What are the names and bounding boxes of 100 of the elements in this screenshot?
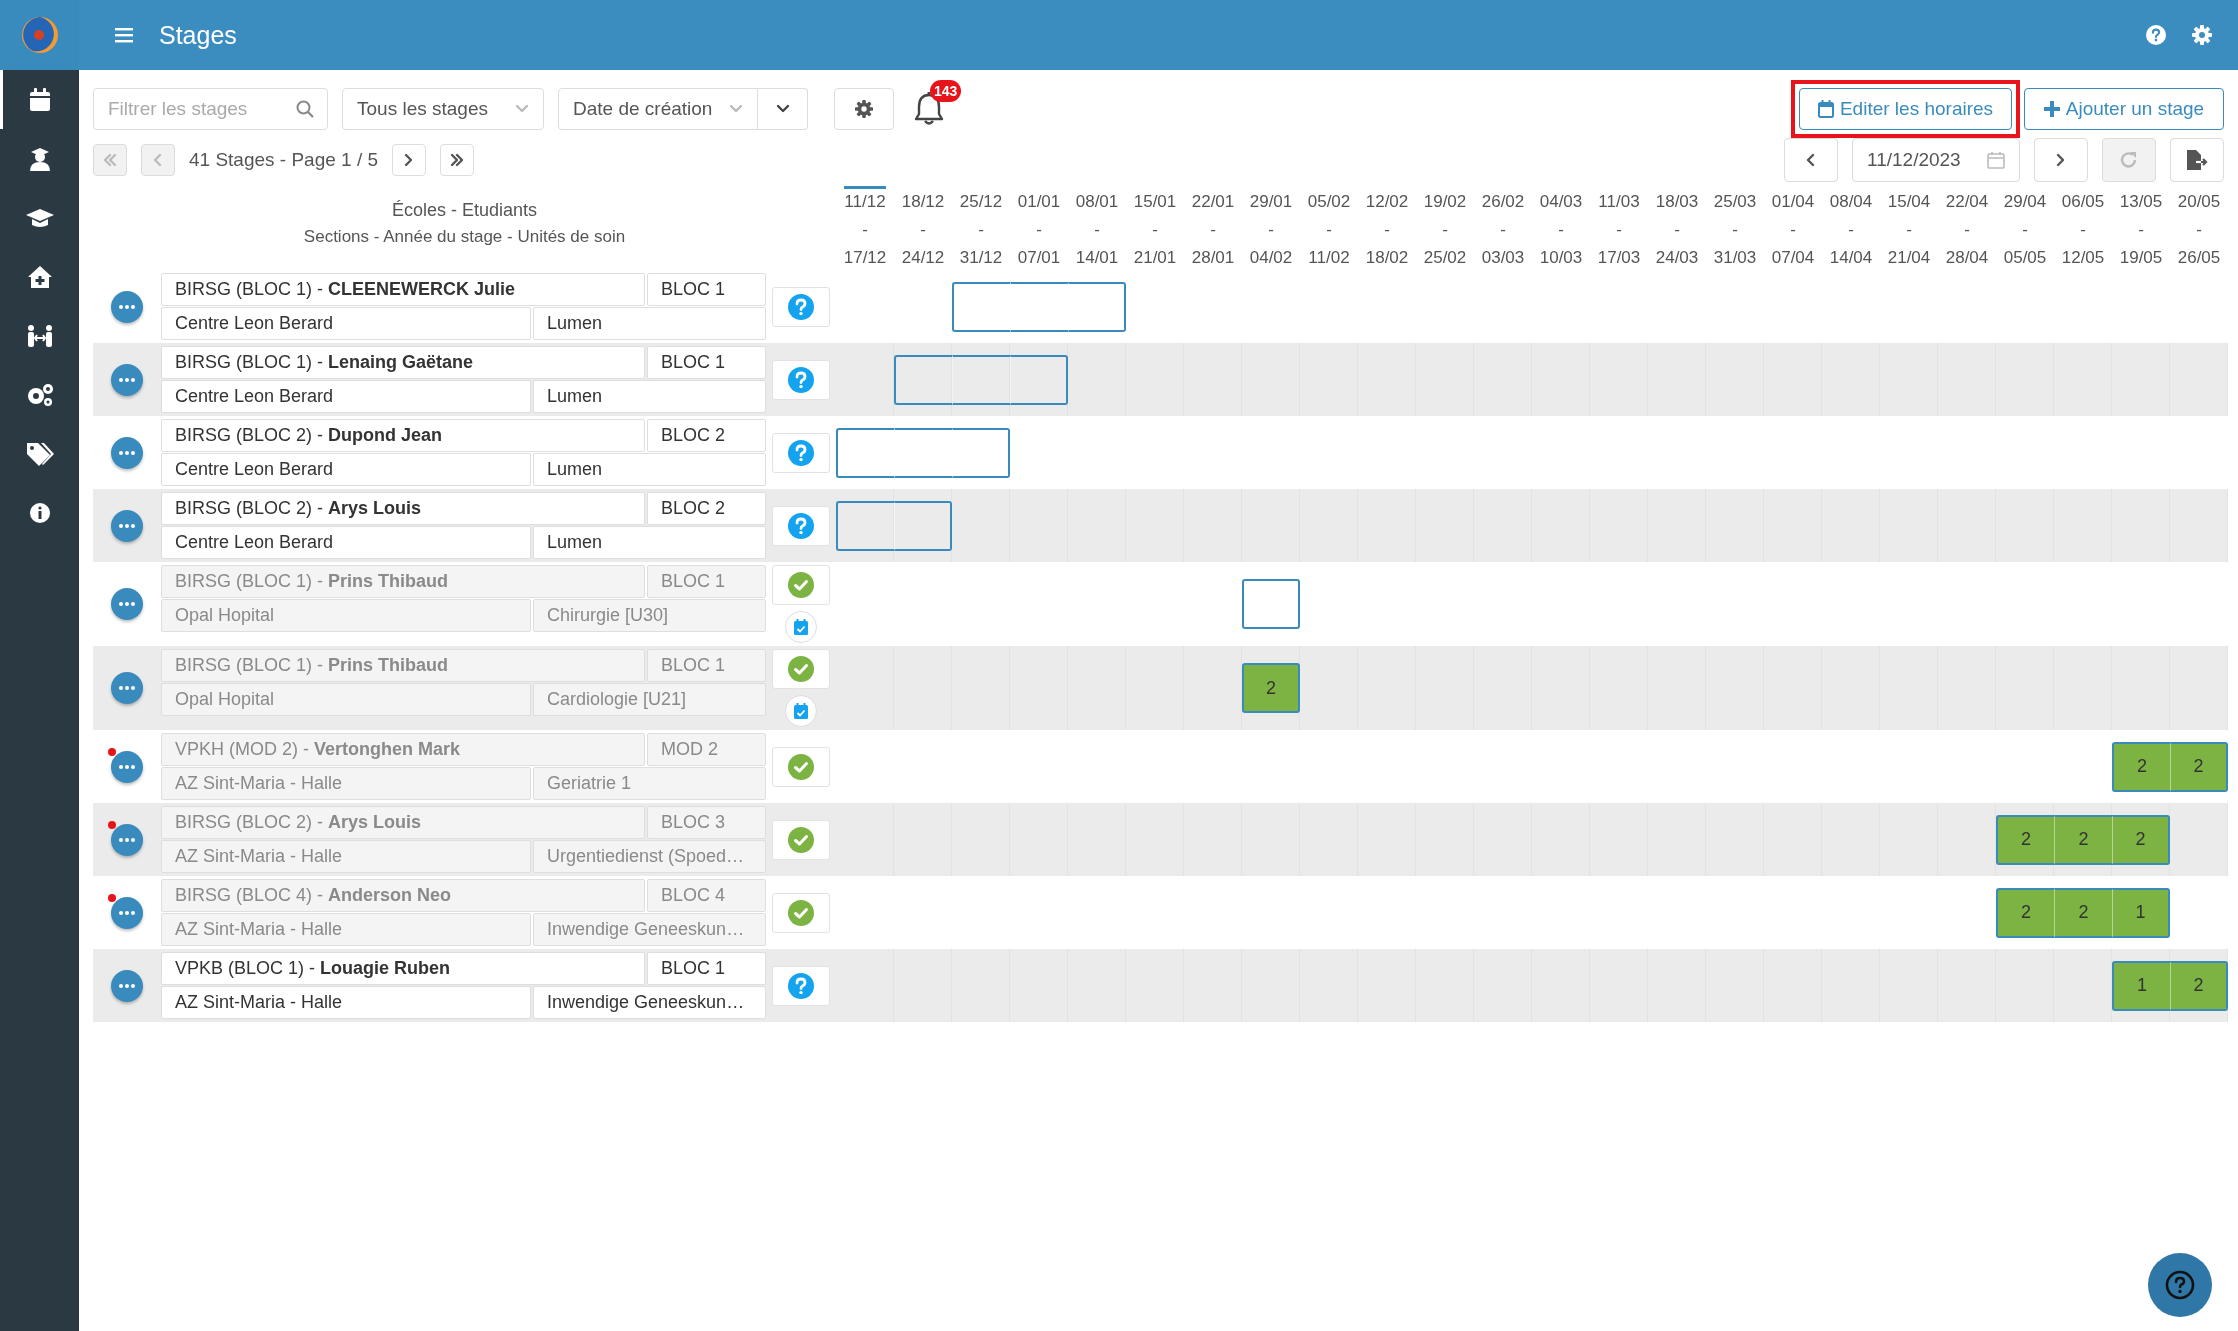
week-start: 22/01	[1191, 191, 1235, 213]
more-button[interactable]	[111, 750, 143, 783]
settings-button[interactable]	[834, 88, 894, 130]
more-button[interactable]	[111, 672, 143, 704]
week-end: 31/12	[959, 247, 1003, 269]
week-end: 17/12	[843, 247, 887, 269]
filter-field[interactable]: Filtrer les stages	[93, 88, 328, 130]
page-title: Stages	[159, 20, 238, 50]
booking-cell[interactable]	[836, 427, 894, 478]
week-start: 20/05	[2177, 191, 2221, 213]
hospital-cell: Centre Leon Berard	[161, 307, 531, 340]
more-button[interactable]	[111, 363, 143, 396]
week-separator: -	[920, 219, 926, 241]
list-header-subtitle: Sections - Année du stage - Unités de soin	[303, 226, 626, 247]
week-separator: -	[1616, 219, 1622, 241]
menu-icon[interactable]	[115, 27, 133, 43]
hospital-cell: AZ Sint-Maria - Halle	[161, 986, 531, 1019]
week-separator: -	[1268, 219, 1274, 241]
status-button[interactable]	[772, 432, 830, 473]
week-start: 04/03	[1539, 191, 1583, 213]
more-button[interactable]	[111, 896, 143, 929]
hours-count: 2	[2137, 756, 2147, 777]
status-button[interactable]	[772, 286, 830, 327]
unit-cell: Urgentiedienst (Spoed…	[533, 840, 766, 873]
list-header-title: Écoles - Etudiants	[391, 199, 538, 221]
next-page-button[interactable]	[392, 144, 427, 176]
status-button[interactable]	[772, 746, 830, 787]
more-icon	[119, 523, 135, 528]
year-cell: BLOC 2	[647, 419, 766, 452]
add-stage-button[interactable]: Ajouter un stage	[2024, 88, 2224, 130]
unit-cell: Lumen	[533, 380, 766, 413]
stage-filter-dropdown[interactable]: Tous les stages	[342, 88, 544, 130]
status-button[interactable]	[772, 565, 830, 605]
week-start: 25/12	[959, 191, 1003, 213]
week-end: 21/01	[1133, 247, 1177, 269]
booking-cell[interactable]	[952, 354, 1010, 405]
export-button[interactable]	[2170, 138, 2224, 182]
booking-cell[interactable]	[952, 427, 1010, 478]
week-separator: -	[1790, 219, 1796, 241]
status-button[interactable]	[772, 649, 830, 689]
week-separator: -	[1674, 219, 1680, 241]
week-start: 15/01	[1133, 191, 1177, 213]
booking-cell[interactable]: 1	[2112, 960, 2170, 1011]
week-end: 03/03	[1481, 247, 1525, 269]
edit-schedule-button[interactable]: Editer les horaires	[1799, 88, 2012, 130]
info-icon	[28, 501, 51, 524]
week-end: 11/02	[1308, 247, 1350, 269]
status-button[interactable]	[772, 892, 830, 933]
week-end: 07/01	[1017, 247, 1061, 269]
more-button[interactable]	[111, 969, 143, 1002]
week-end: 18/02	[1365, 247, 1409, 269]
unit-cell: Cardiologie [U21]	[533, 683, 766, 716]
date-field[interactable]: 11/12/2023	[1852, 138, 2020, 182]
more-button[interactable]	[111, 823, 143, 856]
booking-cell[interactable]	[894, 500, 952, 551]
last-page-button[interactable]	[440, 144, 475, 176]
gears-icon	[25, 382, 54, 407]
week-separator: -	[1964, 219, 1970, 241]
booking-cell[interactable]	[952, 281, 1010, 332]
more-button[interactable]	[111, 290, 143, 323]
more-button[interactable]	[111, 436, 143, 469]
settings-icon[interactable]	[2192, 25, 2212, 45]
status-button[interactable]	[772, 819, 830, 860]
help-icon[interactable]	[2146, 25, 2166, 45]
more-icon	[119, 450, 135, 455]
tags-icon	[25, 441, 54, 466]
more-icon	[119, 686, 135, 690]
more-button[interactable]	[111, 509, 143, 542]
week-start: 26/02	[1481, 191, 1525, 213]
student-icon	[27, 146, 52, 171]
booking-cell[interactable]	[836, 500, 894, 551]
student-cell: BIRSG (BLOC 2) - Arys Louis	[161, 492, 645, 525]
hours-count: 2	[2021, 902, 2031, 923]
hours-count: 1	[2135, 902, 2146, 923]
sort-dropdown[interactable]: Date de création	[558, 88, 758, 130]
week-end: 14/01	[1075, 247, 1119, 269]
week-separator: -	[1210, 219, 1216, 241]
week-start: 18/12	[901, 191, 945, 213]
week-start: 13/05	[2119, 191, 2163, 213]
unit-cell: Inwendige Geneeskun…	[533, 913, 766, 946]
week-end: 12/05	[2061, 247, 2105, 269]
week-end: 24/03	[1655, 247, 1699, 269]
more-icon	[119, 602, 135, 606]
booking-cell[interactable]	[1010, 354, 1068, 405]
booking-cell[interactable]	[1010, 281, 1068, 332]
week-start: 08/04	[1829, 191, 1873, 213]
student-cell: BIRSG (BLOC 2) - Arys Louis	[161, 806, 645, 839]
more-icon	[119, 910, 135, 915]
week-end: 26/05	[2177, 247, 2221, 269]
booking-cell[interactable]	[894, 354, 952, 405]
booking-cell[interactable]: 2	[2170, 960, 2228, 1011]
home-icon	[26, 264, 53, 289]
week-end: 21/04	[1887, 247, 1931, 269]
booking-cell[interactable]	[1068, 281, 1126, 332]
booking-cell[interactable]	[894, 427, 952, 478]
calendar-check-icon	[794, 619, 808, 635]
status-button[interactable]	[772, 359, 830, 400]
status-button[interactable]	[772, 505, 830, 546]
more-button[interactable]	[111, 588, 143, 620]
status-button[interactable]	[772, 965, 830, 1006]
